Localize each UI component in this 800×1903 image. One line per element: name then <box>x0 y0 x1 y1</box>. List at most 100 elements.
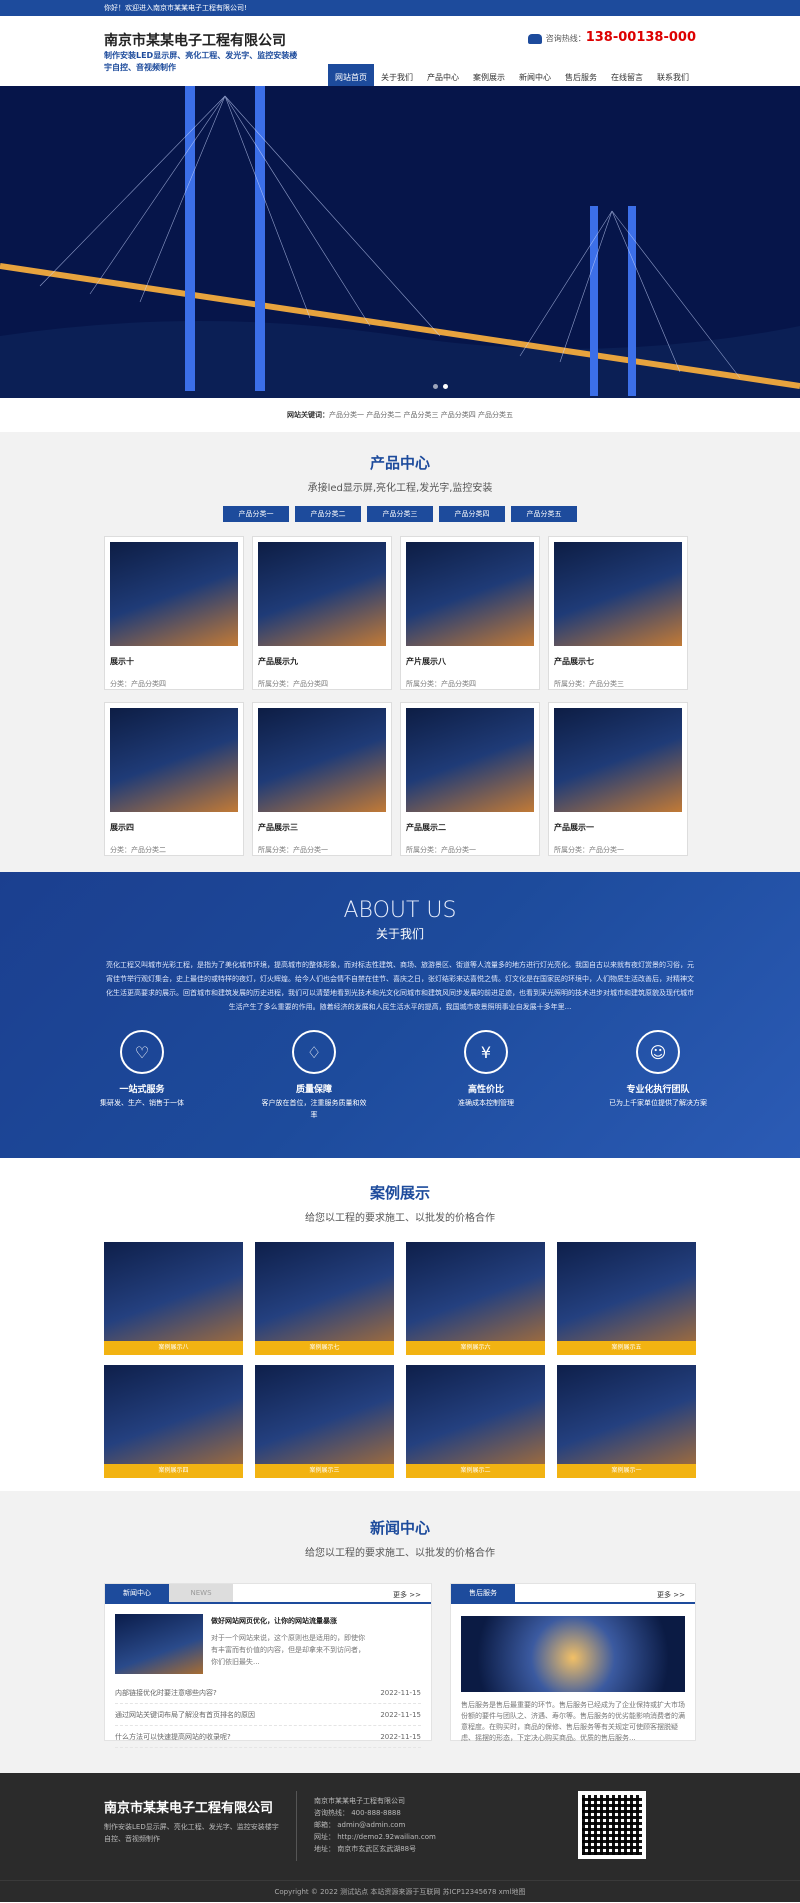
service-image[interactable] <box>461 1616 685 1692</box>
case-card[interactable]: 案例展示七 <box>255 1242 394 1355</box>
products-section: 产品中心 承接led显示屏,亮化工程,发光字,监控安装 产品分类一 产品分类二 … <box>0 432 800 872</box>
footer-info-url[interactable]: 网址： http://demo2.92wailian.com <box>314 1831 436 1843</box>
news-list: 内部链接优化时要注意哪些内容? 2022-11-15 通过网站关键词布局了解没有首… <box>105 1674 431 1748</box>
product-tab-3[interactable]: 产品分类三 <box>367 506 433 522</box>
tab-service[interactable]: 售后服务 <box>451 1584 515 1602</box>
product-category: 分类：产品分类四 <box>110 680 166 688</box>
news-more-link[interactable]: 更多 >> <box>393 1590 421 1600</box>
case-card[interactable]: 案例展示二 <box>406 1365 545 1478</box>
product-tab-1[interactable]: 产品分类一 <box>223 506 289 522</box>
case-caption[interactable]: 案例展示七 <box>255 1341 394 1355</box>
case-card[interactable]: 案例展示八 <box>104 1242 243 1355</box>
product-tab-5[interactable]: 产品分类五 <box>511 506 577 522</box>
product-name[interactable]: 产品展示九 <box>258 656 386 667</box>
product-image[interactable] <box>110 542 238 646</box>
product-name[interactable]: 产品展示一 <box>554 822 682 833</box>
company-logo-title[interactable]: 南京市某某电子工程有限公司 <box>104 30 286 50</box>
product-image[interactable] <box>554 708 682 812</box>
case-caption[interactable]: 案例展示三 <box>255 1464 394 1478</box>
footer-divider <box>296 1791 297 1861</box>
case-caption[interactable]: 案例展示五 <box>557 1341 696 1355</box>
news-item-date: 2022-11-15 <box>380 1711 421 1719</box>
case-card[interactable]: 案例展示三 <box>255 1365 394 1478</box>
slide-dot-2[interactable] <box>443 384 448 389</box>
tab-news-center[interactable]: 新闻中心 <box>105 1584 169 1602</box>
product-card[interactable]: 产品展示七 所属分类：产品分类三 <box>548 536 688 690</box>
product-image[interactable] <box>110 708 238 812</box>
bridge-night-image <box>0 86 800 398</box>
case-card[interactable]: 案例展示六 <box>406 1242 545 1355</box>
product-category: 所属分类：产品分类四 <box>406 680 476 688</box>
news-item-title[interactable]: 内部链接优化时要注意哪些内容? <box>115 1682 217 1703</box>
qr-code-icon <box>578 1791 646 1859</box>
product-name[interactable]: 产片展示八 <box>406 656 534 667</box>
news-item-title[interactable]: 什么方法可以快速提高网站的收录呢? <box>115 1726 231 1747</box>
product-card[interactable]: 产品展示九 所属分类：产品分类四 <box>252 536 392 690</box>
case-caption[interactable]: 案例展示二 <box>406 1464 545 1478</box>
site-header: 南京市某某电子工程有限公司 制作安装LED显示屏、亮化工程、发光字、监控安装楼宇… <box>0 16 800 92</box>
feature-title: 专业化执行团队 <box>626 1085 690 1095</box>
news-subtitle: 给您以工程的要求施工、以批发的价格合作 <box>305 1548 495 1559</box>
news-title: 新闻中心 <box>369 1519 430 1537</box>
case-caption[interactable]: 案例展示一 <box>557 1464 696 1478</box>
news-item-title[interactable]: 通过网站关键词布局了解没有首页排名的原因 <box>115 1704 255 1725</box>
product-name[interactable]: 产品展示三 <box>258 822 386 833</box>
copyright: Copyright © 2022 测试站点 本站资源来源于互联网 苏ICP123… <box>0 1880 800 1902</box>
list-item[interactable]: 什么方法可以快速提高网站的收录呢? 2022-11-15 <box>115 1726 421 1748</box>
featured-news-image[interactable] <box>115 1614 203 1674</box>
tab-news-en[interactable]: NEWS <box>169 1584 233 1602</box>
case-caption[interactable]: 案例展示六 <box>406 1341 545 1355</box>
case-caption[interactable]: 案例展示四 <box>104 1464 243 1478</box>
list-item[interactable]: 通过网站关键词布局了解没有首页排名的原因 2022-11-15 <box>115 1704 421 1726</box>
product-image[interactable] <box>406 708 534 812</box>
case-caption[interactable]: 案例展示八 <box>104 1341 243 1355</box>
case-card[interactable]: 案例展示四 <box>104 1365 243 1478</box>
keywords-value[interactable]: 产品分类一 产品分类二 产品分类三 产品分类四 产品分类五 <box>329 411 513 419</box>
about-section: ABOUT US 关于我们 亮化工程又叫城市光彩工程，是指为了美化城市环境，提高… <box>0 872 800 1158</box>
product-image[interactable] <box>406 542 534 646</box>
product-tab-4[interactable]: 产品分类四 <box>439 506 505 522</box>
featured-news[interactable]: 做好网站网页优化，让你的网站流量暴涨 对于一个网站来说，这个原则也是适用的，即使… <box>105 1604 431 1674</box>
case-card[interactable]: 案例展示一 <box>557 1365 696 1478</box>
product-image[interactable] <box>258 708 386 812</box>
list-item[interactable]: 内部链接优化时要注意哪些内容? 2022-11-15 <box>115 1682 421 1704</box>
cases-subtitle: 给您以工程的要求施工、以批发的价格合作 <box>305 1213 495 1224</box>
phone-icon <box>527 33 542 44</box>
product-tab-2[interactable]: 产品分类二 <box>295 506 361 522</box>
footer-info-company: 南京市某某电子工程有限公司 <box>314 1797 405 1805</box>
team-icon: ☺ <box>636 1030 680 1074</box>
product-category: 分类：产品分类二 <box>110 846 166 854</box>
service-more-link[interactable]: 更多 >> <box>657 1590 685 1600</box>
product-card[interactable]: 展示四分类：产品分类二 <box>104 702 244 856</box>
product-image[interactable] <box>554 542 682 646</box>
site-footer: 南京市某某电子工程有限公司 制作安装LED显示屏、亮化工程、发光字、监控安装楼宇… <box>0 1773 800 1902</box>
product-card[interactable]: 产品展示一所属分类：产品分类一 <box>548 702 688 856</box>
product-category-tabs: 产品分类一 产品分类二 产品分类三 产品分类四 产品分类五 <box>0 506 800 522</box>
case-grid: 案例展示八 案例展示七 案例展示六 案例展示五 案例展示四 案例展示三 案例展示… <box>104 1242 696 1478</box>
case-card[interactable]: 案例展示五 <box>557 1242 696 1355</box>
feature-desc: 客户放在首位，注重服务质量和效率 <box>261 1099 367 1119</box>
product-name[interactable]: 产品展示二 <box>406 822 534 833</box>
feature-desc: 已为上千家单位提供了解决方案 <box>609 1099 707 1107</box>
hotline-number: 138-00138-000 <box>585 30 696 45</box>
top-welcome-bar: 你好！欢迎进入南京市某某电子工程有限公司! <box>0 0 800 16</box>
about-text: 亮化工程又叫城市光彩工程，是指为了美化城市环境，提高城市的整体形象，而对标志性建… <box>106 961 694 1011</box>
slide-dot-1[interactable] <box>433 384 438 389</box>
service-hand-icon: ♡ <box>120 1030 164 1074</box>
product-image[interactable] <box>258 542 386 646</box>
product-name[interactable]: 展示四 <box>110 822 238 833</box>
product-card[interactable]: 产片展示八所属分类：产品分类四 <box>400 536 540 690</box>
product-card[interactable]: 产品展示二 所属分类：产品分类一 <box>400 702 540 856</box>
product-card[interactable]: 展示十分类：产品分类四 <box>104 536 244 690</box>
product-grid: 展示十 分类：产品分类四 产品展示九 所属分类：产品分类四 产片展示八 所属分类：产品… <box>104 536 696 856</box>
feature-desc: 集研发、生产、销售于一体 <box>100 1099 184 1107</box>
product-name[interactable]: 展示十 <box>110 656 238 667</box>
product-category: 所属分类：产品分类一 <box>554 846 624 854</box>
cases-section: 案例展示 给您以工程的要求施工、以批发的价格合作 案例展示八 案例展示七 案例展… <box>0 1158 800 1491</box>
products-subtitle: 承接led显示屏,亮化工程,发光字,监控安装 <box>307 483 493 494</box>
feature-item: ¥ 高性价比 准确成本控制管理 <box>431 1030 541 1121</box>
product-card[interactable]: 产品展示三 所属分类：产品分类一 <box>252 702 392 856</box>
product-name[interactable]: 产品展示七 <box>554 656 682 667</box>
footer-info-email[interactable]: 邮箱： admin@admin.com <box>314 1819 436 1831</box>
featured-news-title[interactable]: 做好网站网页优化，让你的网站流量暴涨 <box>211 1616 367 1626</box>
